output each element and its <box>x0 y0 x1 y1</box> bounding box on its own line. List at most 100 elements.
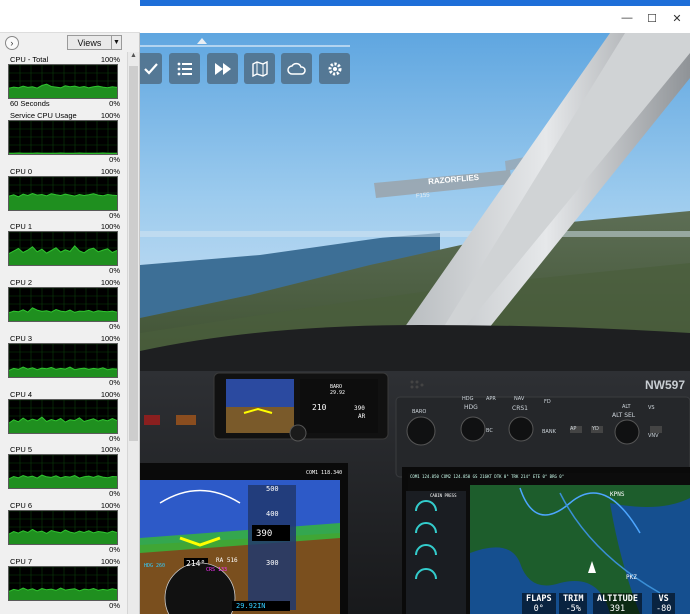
baro-value: 29.92 <box>330 390 346 396</box>
map-icon[interactable] <box>244 53 275 84</box>
resource-monitor-panel: › Views ▼ CPU - Total 100% 60 Seconds 0% Ser… <box>0 0 140 614</box>
graph-svg <box>9 344 117 377</box>
views-dropdown[interactable]: Views ▼ <box>66 35 122 50</box>
graph-header: Service CPU Usage 100% <box>6 111 120 120</box>
graph-min: 0% <box>109 489 120 498</box>
graph-min: 0% <box>109 434 120 443</box>
cpu-graph-block: CPU 4 100% 0% <box>6 390 120 443</box>
ap-hdg-button[interactable]: HDG <box>464 404 478 411</box>
graph-svg <box>9 288 117 321</box>
graph-title: CPU 0 <box>10 167 33 176</box>
cpu-usage-graph <box>8 120 118 155</box>
graph-header: CPU 7 100% <box>6 557 120 566</box>
graph-max: 100% <box>100 501 120 510</box>
mfd-header: COM1 124.850 COM2 124.850 GS 216KT DTK 0… <box>410 474 565 479</box>
ap-ap-button[interactable]: AP <box>570 426 576 432</box>
graph-time-span: 60 Seconds <box>10 99 50 108</box>
ap-bc-button[interactable]: BC <box>486 428 493 434</box>
toolbar-caret <box>197 38 207 44</box>
graph-footer: 0% <box>6 489 120 498</box>
tail-number: NW597 <box>645 378 686 392</box>
ap-vs-button[interactable]: VS <box>648 405 655 411</box>
ap-vnv-button[interactable]: VNV <box>648 433 659 439</box>
graph-title: CPU 3 <box>10 334 33 343</box>
graph-svg <box>9 177 117 210</box>
list-icon[interactable] <box>169 53 200 84</box>
standby-value-1: 390 <box>354 405 365 412</box>
ap-alt-sel-label: ALT SEL <box>612 412 636 419</box>
graph-time-span <box>6 266 10 275</box>
graph-svg <box>9 65 117 98</box>
billboard-sublabel: F155 <box>415 192 430 200</box>
gear-icon[interactable] <box>319 53 350 84</box>
graph-footer: 0% <box>6 378 120 387</box>
ap-yd-button[interactable]: YD <box>592 426 599 432</box>
pfd-crs: CRS 133 <box>206 567 228 573</box>
cpu-graph-block: CPU 2 100% 0% <box>6 278 120 331</box>
graph-min: 0% <box>109 545 120 554</box>
graph-svg <box>9 121 117 154</box>
graph-max: 100% <box>100 55 120 64</box>
graph-footer: 60 Seconds 0% <box>6 99 120 108</box>
graph-header: CPU 1 100% <box>6 222 120 231</box>
graph-min: 0% <box>109 99 120 108</box>
ap-crs1-label: CRS1 <box>512 405 528 412</box>
cpu-usage-graph <box>8 287 118 322</box>
ap-fd-button[interactable]: FD <box>544 399 551 405</box>
graph-min: 0% <box>109 211 120 220</box>
fast-forward-icon[interactable] <box>207 53 238 84</box>
hud-flaps: FLAPS 0° <box>522 593 556 614</box>
cpu-graph-block: CPU 7 100% 0% <box>6 557 120 610</box>
graph-header: CPU 5 100% <box>6 445 120 454</box>
graph-usage-area <box>9 245 117 265</box>
graph-svg <box>9 232 117 265</box>
graph-max: 100% <box>100 278 120 287</box>
graph-time-span <box>6 211 10 220</box>
hud-trim-value: -5% <box>565 604 581 614</box>
graph-svg <box>9 567 117 600</box>
maximize-icon[interactable]: ☐ <box>643 12 661 25</box>
monitor-scrollbar[interactable]: ▲ <box>127 52 139 614</box>
cloud-icon[interactable] <box>281 53 312 84</box>
chevron-right-icon[interactable]: › <box>5 35 19 50</box>
cpu-usage-graph <box>8 566 118 601</box>
graph-title: CPU - Total <box>10 55 49 64</box>
scrollbar-thumb[interactable] <box>129 66 138 441</box>
graph-min: 0% <box>109 378 120 387</box>
graph-usage-area <box>9 307 117 321</box>
hud-altitude-value: 391 <box>609 604 626 614</box>
hud-vs-label: VS <box>658 594 669 604</box>
graph-footer: 0% <box>6 266 120 275</box>
chevron-down-icon[interactable]: ▼ <box>111 36 121 49</box>
mfd-waypoint-1: KPNS <box>610 491 625 498</box>
graph-max: 100% <box>100 390 120 399</box>
cpu-usage-graph <box>8 231 118 266</box>
graph-time-span <box>6 489 10 498</box>
scroll-up-icon[interactable]: ▲ <box>128 52 139 64</box>
check-icon[interactable] <box>140 53 162 84</box>
hud-flaps-value: 0° <box>533 604 544 614</box>
graph-footer: 0% <box>6 322 120 331</box>
pfd-com1: COM1 118.340 <box>306 470 343 476</box>
ap-apr-button[interactable]: APR <box>486 396 496 402</box>
hud-altitude: ALTITUDE 391 <box>593 593 642 614</box>
standby-altitude: 210 <box>312 403 327 412</box>
ap-nav-button[interactable]: NAV <box>514 396 524 402</box>
graph-header: CPU 6 100% <box>6 501 120 510</box>
cpu-graph-block: CPU 0 100% 0% <box>6 167 120 220</box>
graph-time-span <box>6 155 10 164</box>
graph-max: 100% <box>100 557 120 566</box>
cpu-graph-block: CPU - Total 100% 60 Seconds 0% <box>6 55 120 108</box>
cpu-usage-graph <box>8 510 118 545</box>
minimize-icon[interactable]: — <box>618 12 636 24</box>
graph-time-span <box>6 434 10 443</box>
ap-alt-button[interactable]: ALT <box>622 404 631 410</box>
close-icon[interactable]: ✕ <box>668 12 686 25</box>
screen: › Views ▼ CPU - Total 100% 60 Seconds 0% Ser… <box>0 0 690 614</box>
graph-footer: 0% <box>6 601 120 610</box>
graph-min: 0% <box>109 322 120 331</box>
ap-bank-button[interactable]: BANK <box>542 429 556 435</box>
graph-header: CPU - Total 100% <box>6 55 120 64</box>
views-label: Views <box>77 37 102 48</box>
hud-flaps-label: FLAPS <box>526 594 552 604</box>
